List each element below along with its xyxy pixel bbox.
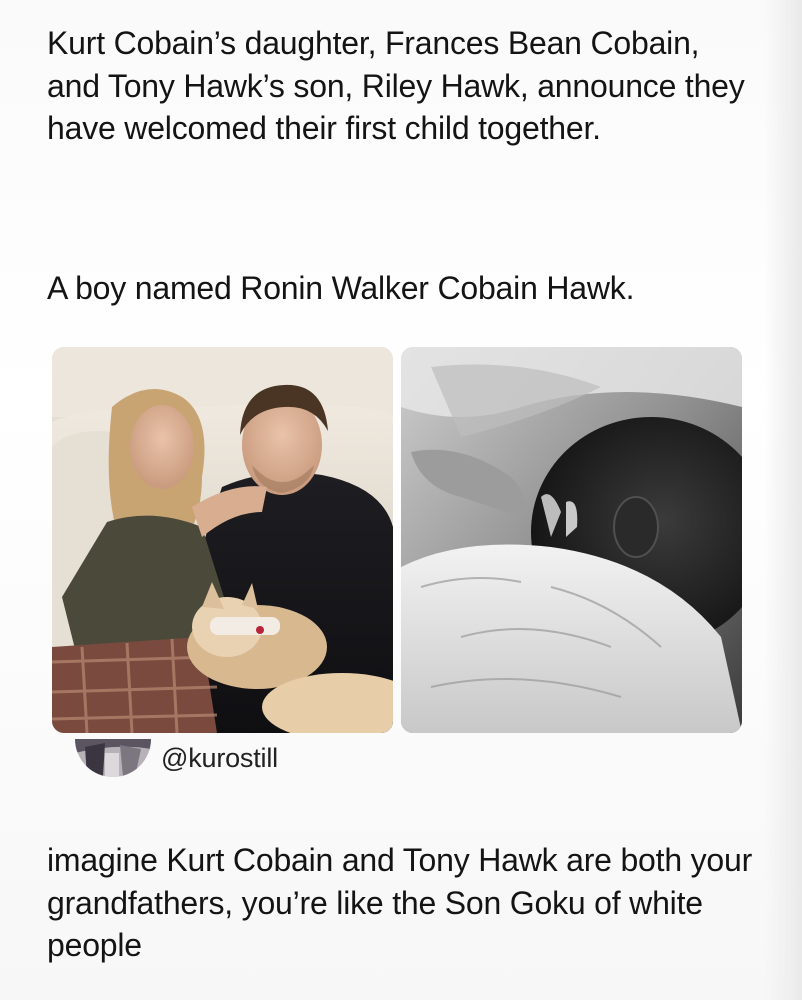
reply-author-row[interactable]: @kurostill — [75, 738, 475, 778]
reply-handle[interactable]: @kurostill — [161, 743, 278, 774]
right-edge-shade — [764, 0, 802, 1000]
couple-photo[interactable] — [52, 347, 393, 733]
baby-photo[interactable] — [401, 347, 742, 733]
avatar[interactable] — [75, 739, 151, 777]
reply-text: imagine Kurt Cobain and Tony Hawk are bo… — [47, 842, 753, 963]
media-grid[interactable] — [52, 347, 742, 733]
post-text: Kurt Cobain’s daughter, Frances Bean Cob… — [47, 25, 745, 146]
post-text-secondary: A boy named Ronin Walker Cobain Hawk. — [47, 270, 635, 306]
